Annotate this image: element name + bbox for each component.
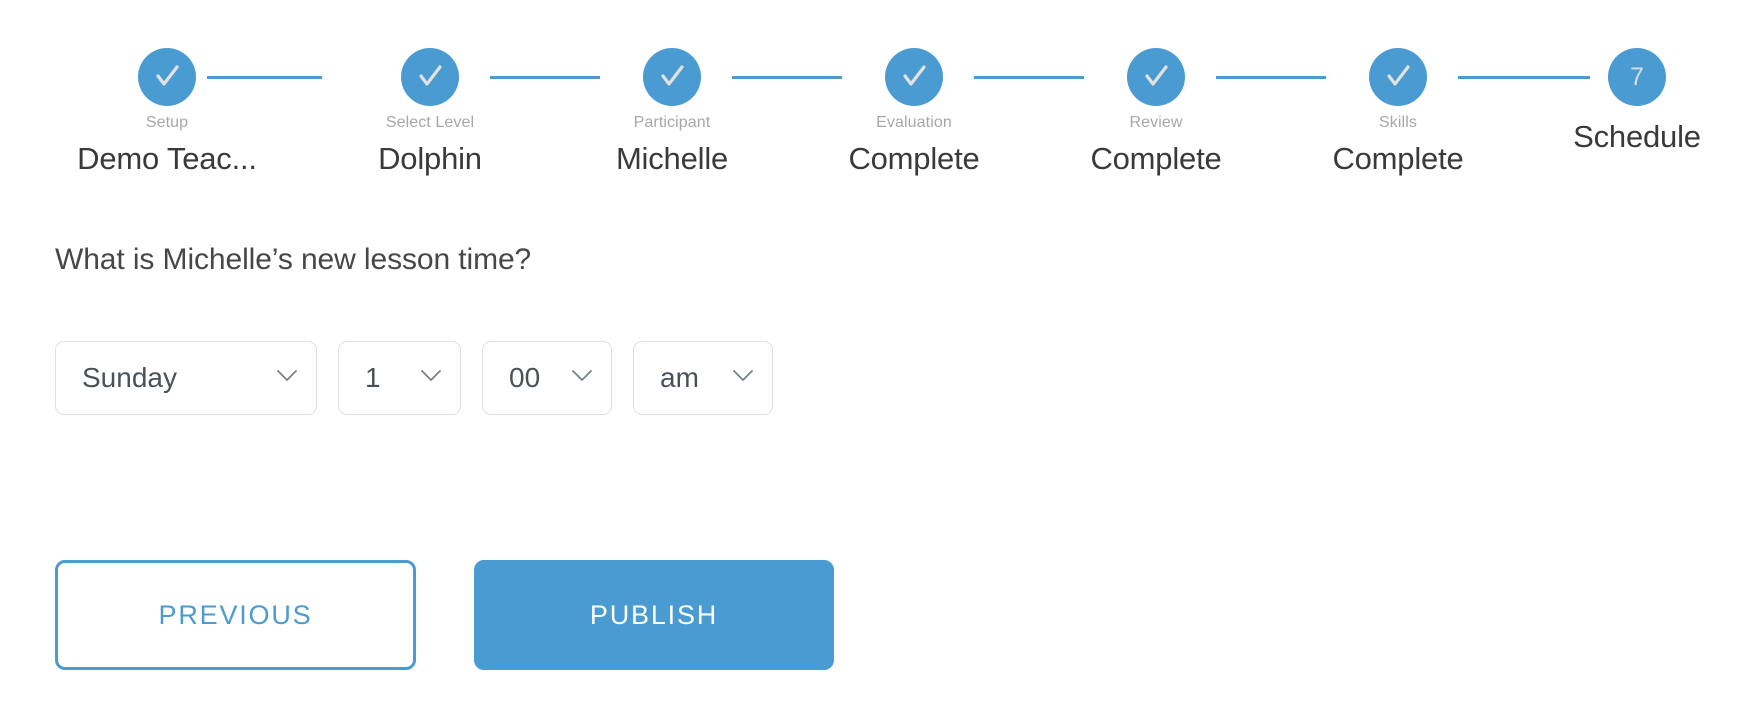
wizard-stepper: Setup Demo Teac... Select Level Dolphin … bbox=[0, 0, 1750, 200]
question-text: What is Michelle’s new lesson time? bbox=[55, 243, 532, 276]
check-icon bbox=[657, 62, 687, 92]
stepper-step-select-level[interactable]: Select Level Dolphin bbox=[310, 0, 550, 177]
stepper-step-review[interactable]: Review Complete bbox=[1036, 0, 1276, 177]
lesson-time-controls: Sunday 1 00 am bbox=[55, 341, 773, 415]
step-value: Michelle bbox=[615, 141, 729, 176]
step-number: 7 bbox=[1630, 62, 1644, 91]
day-select-value: Sunday bbox=[82, 362, 177, 393]
step-status-circle bbox=[643, 48, 701, 106]
step-status-circle bbox=[401, 48, 459, 106]
step-value: Schedule bbox=[1573, 119, 1701, 154]
step-value: Complete bbox=[1090, 141, 1222, 176]
check-icon bbox=[1383, 62, 1413, 92]
step-status-circle bbox=[1127, 48, 1185, 106]
step-label: Skills bbox=[1379, 114, 1417, 131]
previous-button[interactable]: PREVIOUS bbox=[55, 560, 416, 670]
stepper-step-skills[interactable]: Skills Complete bbox=[1278, 0, 1518, 177]
minute-select-value: 00 bbox=[509, 362, 541, 393]
check-icon bbox=[1141, 62, 1171, 92]
minute-select[interactable]: 00 bbox=[482, 341, 612, 415]
step-value: Complete bbox=[848, 141, 980, 176]
step-status-circle: 7 bbox=[1608, 48, 1666, 106]
check-icon bbox=[899, 62, 929, 92]
stepper-step-evaluation[interactable]: Evaluation Complete bbox=[794, 0, 1034, 177]
step-value: Demo Teac... bbox=[77, 141, 257, 176]
chevron-down-icon bbox=[420, 369, 442, 388]
stepper-step-participant[interactable]: Participant Michelle bbox=[552, 0, 792, 177]
publish-button[interactable]: PUBLISH bbox=[474, 560, 834, 670]
step-label: Select Level bbox=[385, 114, 475, 131]
check-icon bbox=[415, 62, 445, 92]
step-status-circle bbox=[138, 48, 196, 106]
chevron-down-icon bbox=[571, 369, 593, 388]
step-status-circle bbox=[885, 48, 943, 106]
step-label: Review bbox=[1129, 114, 1183, 131]
step-label: Participant bbox=[633, 114, 711, 131]
meridiem-select-value: am bbox=[660, 362, 699, 393]
day-select[interactable]: Sunday bbox=[55, 341, 317, 415]
stepper-step-setup[interactable]: Setup Demo Teac... bbox=[47, 0, 287, 177]
step-status-circle bbox=[1369, 48, 1427, 106]
hour-select-value: 1 bbox=[365, 362, 381, 393]
step-label: Evaluation bbox=[876, 114, 952, 131]
check-icon bbox=[152, 62, 182, 92]
chevron-down-icon bbox=[276, 369, 298, 388]
chevron-down-icon bbox=[732, 369, 754, 388]
meridiem-select[interactable]: am bbox=[633, 341, 773, 415]
step-label: Setup bbox=[145, 114, 189, 131]
hour-select[interactable]: 1 bbox=[338, 341, 461, 415]
stepper-step-schedule[interactable]: 7 Schedule bbox=[1517, 0, 1750, 155]
step-value: Dolphin bbox=[378, 141, 482, 176]
step-value: Complete bbox=[1332, 141, 1464, 176]
wizard-actions: PREVIOUS PUBLISH bbox=[55, 560, 834, 670]
